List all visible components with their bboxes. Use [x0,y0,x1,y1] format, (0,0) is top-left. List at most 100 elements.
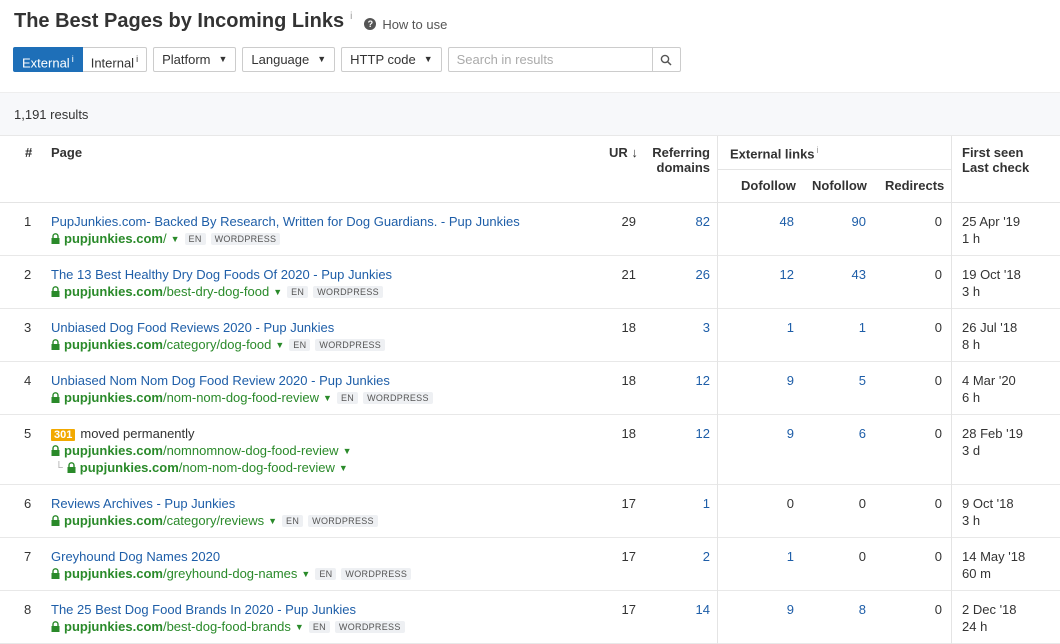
url-domain: pupjunkies.com [64,284,163,299]
url-menu-caret-icon[interactable]: ▼ [343,446,352,456]
page-url: pupjunkies.com/category/reviews ▼ EN WORDPR… [51,513,378,528]
page-url-link[interactable]: pupjunkies.com/best-dry-dog-food [64,284,269,299]
lock-icon [51,515,60,526]
row-number: 7 [24,549,32,564]
redirects-value: 0 [934,267,942,282]
ur-value: 21 [621,267,636,282]
page-url-link[interactable]: pupjunkies.com/best-dog-food-brands [64,619,291,634]
divider [951,362,952,415]
page-title-link[interactable]: Unbiased Nom Nom Dog Food Review 2020 - … [51,373,390,388]
url-menu-caret-icon[interactable]: ▼ [301,569,310,579]
redirects-value: 0 [934,373,942,388]
referring-domains-value[interactable]: 3 [660,320,710,335]
referring-domains-value[interactable]: 12 [660,426,710,441]
first-seen-value: 2 Dec '18 [962,602,1017,617]
url-path: /best-dog-food-brands [162,619,291,634]
dofollow-value[interactable]: 1 [740,549,794,564]
nofollow-value[interactable]: 5 [810,373,866,388]
divider [717,538,718,591]
referring-domains-value[interactable]: 12 [660,373,710,388]
page-title-link[interactable]: Unbiased Dog Food Reviews 2020 - Pup Jun… [51,320,334,335]
redirects-value: 0 [934,602,942,617]
info-icon: i [816,145,819,155]
lock-icon [51,392,60,403]
url-domain: pupjunkies.com [64,337,163,352]
divider [717,362,718,415]
link-type-toggle: External i Internal i [13,47,148,72]
page-url-link[interactable]: pupjunkies.com/greyhound-dog-names [64,566,297,581]
info-icon: i [136,54,139,64]
header-dofollow[interactable]: Dofollow [741,178,796,193]
page-url-link[interactable]: pupjunkies.com/nomnomnow-dog-food-review [64,443,339,458]
page-header: The Best Pages by Incoming Links i ? How… [14,10,447,34]
dofollow-value[interactable]: 9 [740,373,794,388]
url-path: /category/dog-food [162,337,272,352]
page-title-link[interactable]: The 25 Best Dog Food Brands In 2020 - Pu… [51,602,356,617]
page-title-link[interactable]: Greyhound Dog Names 2020 [51,549,220,564]
redirect-status: 301 moved permanently [51,426,195,441]
table-row: 7 Greyhound Dog Names 2020 pupjunkies.com/… [0,538,1060,591]
last-check-value: 6 h [962,390,981,405]
header-redirects[interactable]: Redirects [885,178,944,193]
search-input[interactable] [447,47,653,72]
table-row: 1 PupJunkies.com- Backed By Research, Wri… [0,203,1060,256]
header-referring-domains[interactable]: Referring domains [640,145,710,175]
table-header: # Page UR ↓ Referring domains External li… [0,136,1060,203]
url-menu-caret-icon[interactable]: ▼ [339,463,348,473]
referring-domains-value[interactable]: 82 [660,214,710,229]
nofollow-value: 0 [858,496,866,511]
nofollow-value[interactable]: 6 [810,426,866,441]
page-url: └ pupjunkies.com/nom-nom-dog-food-review ▼ [55,460,348,475]
last-check-value: 60 m [962,566,991,581]
dofollow-value[interactable]: 9 [740,602,794,617]
dofollow-value[interactable]: 9 [740,426,794,441]
referring-domains-value[interactable]: 2 [660,549,710,564]
url-menu-caret-icon[interactable]: ▼ [275,340,284,350]
page-url-link[interactable]: pupjunkies.com/nom-nom-dog-food-review [64,390,319,405]
redirect-arrow-icon: └ [55,461,63,474]
internal-toggle-button[interactable]: Internal i [82,47,148,72]
url-menu-caret-icon[interactable]: ▼ [295,622,304,632]
header-nofollow[interactable]: Nofollow [812,178,867,193]
page-title-link[interactable]: PupJunkies.com- Backed By Research, Writ… [51,214,520,229]
nofollow-value[interactable]: 1 [810,320,866,335]
how-to-use-link[interactable]: ? How to use [364,17,447,32]
divider [951,485,952,538]
url-path: /best-dry-dog-food [162,284,270,299]
page-title-link[interactable]: The 13 Best Healthy Dry Dog Foods Of 202… [51,267,392,282]
referring-domains-value[interactable]: 26 [660,267,710,282]
referring-domains-value[interactable]: 14 [660,602,710,617]
first-seen-value: 26 Jul '18 [962,320,1018,335]
referring-domains-value[interactable]: 1 [660,496,710,511]
url-menu-caret-icon[interactable]: ▼ [171,234,180,244]
language-dropdown[interactable]: Language ▼ [242,47,336,72]
http-code-dropdown[interactable]: HTTP code ▼ [341,47,442,72]
divider [717,591,718,644]
nofollow-value[interactable]: 90 [810,214,866,229]
search-box [447,47,681,72]
url-menu-caret-icon[interactable]: ▼ [273,287,282,297]
nofollow-value[interactable]: 8 [810,602,866,617]
title-info-icon[interactable]: i [350,11,352,22]
page-title-link[interactable]: Reviews Archives - Pup Junkies [51,496,235,511]
dofollow-value[interactable]: 48 [740,214,794,229]
url-menu-caret-icon[interactable]: ▼ [323,393,332,403]
page-url-link[interactable]: pupjunkies.com/ [64,231,167,246]
filter-toolbar: External i Internal i Platform ▼ Language ▼ … [13,47,681,72]
nofollow-value[interactable]: 43 [810,267,866,282]
page-url-link[interactable]: pupjunkies.com/nom-nom-dog-food-review [80,460,335,475]
search-button[interactable] [652,47,681,72]
page-url-link[interactable]: pupjunkies.com/category/reviews [64,513,264,528]
row-number: 5 [24,426,32,441]
divider [951,256,952,309]
page-url: pupjunkies.com/ ▼ EN WORDPRESS [51,231,281,246]
results-bar: 1,191 results [0,92,1060,136]
page-url-link[interactable]: pupjunkies.com/category/dog-food [64,337,271,352]
url-menu-caret-icon[interactable]: ▼ [268,516,277,526]
external-toggle-button[interactable]: External i [13,47,83,72]
dofollow-value[interactable]: 12 [740,267,794,282]
platform-dropdown[interactable]: Platform ▼ [153,47,237,72]
header-ur[interactable]: UR ↓ [609,145,638,160]
header-first-seen-last-check[interactable]: First seen Last check [962,145,1029,175]
dofollow-value[interactable]: 1 [740,320,794,335]
